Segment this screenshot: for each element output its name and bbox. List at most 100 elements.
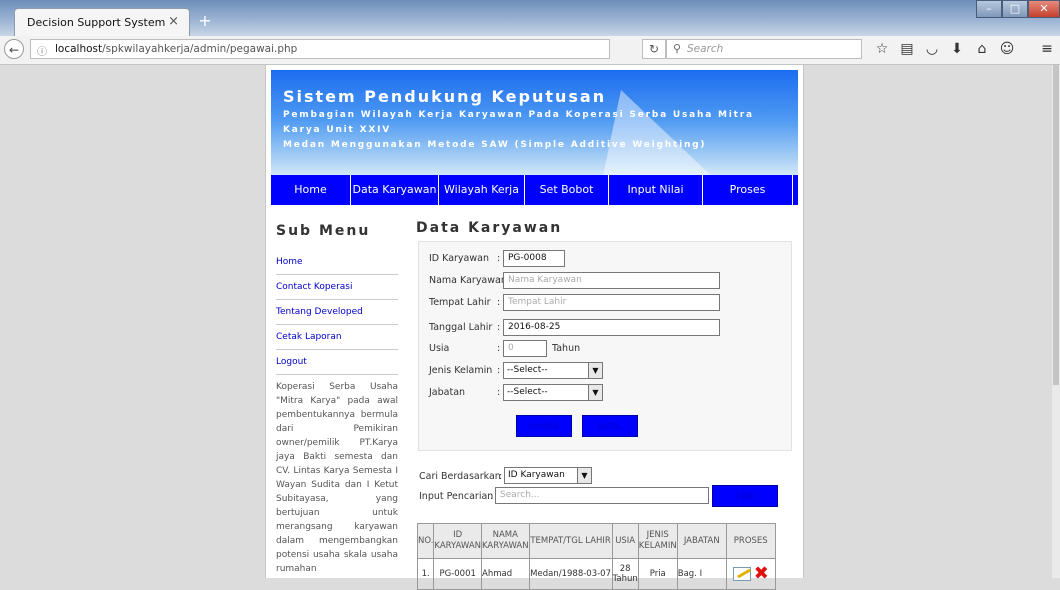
tanggal-colon: : — [497, 322, 501, 333]
nama-colon: : — [498, 275, 502, 286]
browser-tab[interactable]: Decision Support System × — [14, 8, 190, 36]
menu-home[interactable]: Home — [271, 175, 351, 205]
delete-icon[interactable]: ✖ — [754, 565, 769, 583]
jabatan-colon: : — [497, 387, 501, 398]
col-id: ID KARYAWAN — [433, 523, 482, 559]
search-by-select[interactable]: ID Karyawan ▼ — [504, 467, 592, 484]
search-by-value: ID Karyawan — [508, 470, 565, 480]
browser-tabstrip: Decision Support System × + – □ ✕ — [0, 0, 1060, 36]
id-colon: : — [497, 253, 501, 264]
reading-list-icon[interactable]: ▤ — [898, 41, 916, 57]
menu-set-bobot[interactable]: Set Bobot — [525, 175, 609, 205]
table-header-row: NO. ID KARYAWAN NAMA KARYAWAN TEMPAT/TGL… — [416, 523, 776, 559]
edit-icon[interactable] — [732, 567, 751, 581]
sidebar-item-tentang[interactable]: Tentang Developed — [276, 300, 398, 325]
col-proses: PROSES — [725, 523, 776, 559]
cari-berdasarkan-label: Cari Berdasarkan — [419, 471, 501, 482]
info-icon[interactable]: ⓘ — [37, 43, 47, 58]
tempat-field[interactable]: Tempat Lahir — [503, 294, 720, 311]
sidebar-description: Koperasi Serba Usaha "Mitra Karya" pada … — [276, 382, 398, 574]
sidebar-title: Sub Menu — [276, 223, 371, 239]
id-label: ID Karyawan — [429, 253, 489, 264]
tanggal-field[interactable]: 2016-08-25 — [503, 319, 720, 336]
nama-label: Nama Karyawan — [429, 275, 507, 286]
browser-search-field[interactable]: ⚲ Search — [666, 39, 862, 59]
chat-icon[interactable]: ☺ — [998, 41, 1016, 57]
col-usia: USIA — [611, 523, 639, 559]
chevron-down-icon: ▼ — [588, 363, 602, 378]
jabatan-select[interactable]: --Select-- ▼ — [503, 384, 603, 401]
jenis-kelamin-value: --Select-- — [507, 365, 548, 375]
scrollbar-thumb[interactable] — [1053, 65, 1059, 385]
cell-id: PG-0001 — [433, 558, 482, 590]
menu-data-karyawan[interactable]: Data Karyawan — [351, 175, 439, 205]
employee-table: NO. ID KARYAWAN NAMA KARYAWAN TEMPAT/TGL… — [416, 523, 776, 590]
cancel-button[interactable]: BATAL — [582, 415, 638, 437]
col-no: NO. — [416, 523, 435, 559]
id-field[interactable]: PG-0008 — [503, 250, 565, 267]
new-tab-button[interactable]: + — [196, 12, 214, 30]
employee-form: ID Karyawan : PG-0008 Nama Karyawan : Na… — [418, 241, 792, 451]
sidebar-item-logout[interactable]: Logout — [276, 350, 398, 375]
content-title: Data Karyawan — [416, 220, 563, 236]
cell-ttl: Medan/1988-03-07 — [528, 558, 613, 590]
cell-nama: Ahmad — [481, 558, 530, 590]
save-button[interactable]: SIMPAN — [516, 415, 572, 437]
minimize-button[interactable]: – — [976, 0, 1002, 18]
col-jk: JENIS KELAMIN — [637, 523, 678, 559]
cell-proses: ✖ — [725, 558, 776, 590]
address-bar[interactable]: ⓘ localhost/spkwilayahkerja/admin/pegawa… — [30, 39, 610, 59]
usia-colon: : — [497, 343, 501, 354]
menu-input-nilai[interactable]: Input Nilai — [609, 175, 703, 205]
page-container: Sistem Pendukung Keputusan Pembagian Wil… — [265, 65, 804, 590]
home-icon[interactable]: ⌂ — [973, 41, 991, 57]
input-pencarian-colon: : — [490, 491, 494, 502]
tanggal-label: Tanggal Lahir — [429, 322, 493, 333]
download-icon[interactable]: ⬇ — [948, 41, 966, 57]
menu-proses[interactable]: Proses — [703, 175, 793, 205]
main-menu: Home Data Karyawan Wilayah Kerja Set Bob… — [271, 175, 798, 205]
usia-label: Usia — [429, 343, 450, 354]
tempat-label: Tempat Lahir — [429, 297, 491, 308]
hamburger-menu-icon[interactable]: ≡ — [1038, 41, 1056, 57]
tab-title: Decision Support System — [27, 16, 166, 29]
site-subtitle-2: Medan Menggunakan Metode SAW (Simple Add… — [283, 140, 707, 150]
search-button[interactable]: CARI — [712, 485, 778, 507]
url-path: /spkwilayahkerja/admin/pegawai.php — [102, 43, 298, 55]
sidebar-item-home[interactable]: Home — [276, 250, 398, 275]
chevron-down-icon: ▼ — [577, 468, 591, 483]
sidebar-links: Home Contact Koperasi Tentang Developed … — [276, 250, 398, 375]
jk-colon: : — [497, 365, 501, 376]
usia-field[interactable]: 0 — [503, 340, 547, 357]
sidebar-item-laporan[interactable]: Cetak Laporan — [276, 325, 398, 350]
menu-wilayah-kerja[interactable]: Wilayah Kerja — [439, 175, 525, 205]
site-subtitle-1: Pembagian Wilayah Kerja Karyawan Pada Ko… — [283, 110, 754, 135]
search-icon: ⚲ — [673, 42, 682, 55]
browser-search-placeholder: Search — [687, 43, 724, 55]
tab-close-icon[interactable]: × — [168, 14, 179, 29]
bookmark-star-icon[interactable]: ☆ — [873, 41, 891, 57]
url-host: localhost — [55, 43, 103, 55]
cell-usia: 28 Tahun — [611, 558, 639, 590]
cell-jabatan: Bag. I — [676, 558, 727, 590]
sidebar-item-contact[interactable]: Contact Koperasi — [276, 275, 398, 300]
col-nama: NAMA KARYAWAN — [481, 523, 530, 559]
maximize-button[interactable]: □ — [1002, 0, 1028, 18]
col-ttl: TEMPAT/TGL LAHIR — [528, 523, 613, 559]
search-input[interactable]: Search... — [495, 487, 709, 504]
pocket-icon[interactable]: ◡ — [923, 41, 941, 57]
reload-icon[interactable]: ↻ — [642, 39, 666, 59]
site-title: Sistem Pendukung Keputusan — [283, 87, 607, 106]
cell-jk: Pria — [637, 558, 678, 590]
back-button[interactable]: ← — [4, 39, 24, 59]
jenis-kelamin-select[interactable]: --Select-- ▼ — [503, 362, 603, 379]
jabatan-label: Jabatan — [429, 387, 466, 398]
table-row: 1. PG-0001 Ahmad Medan/1988-03-07 28 Tah… — [416, 558, 776, 590]
cell-no: 1. — [416, 558, 435, 590]
url-text: localhost/spkwilayahkerja/admin/pegawai.… — [55, 43, 297, 55]
close-window-button[interactable]: ✕ — [1028, 0, 1060, 18]
nama-field[interactable]: Nama Karyawan — [503, 272, 720, 289]
jabatan-value: --Select-- — [507, 387, 548, 397]
tempat-colon: : — [497, 297, 501, 308]
site-header: Sistem Pendukung Keputusan Pembagian Wil… — [271, 70, 798, 181]
